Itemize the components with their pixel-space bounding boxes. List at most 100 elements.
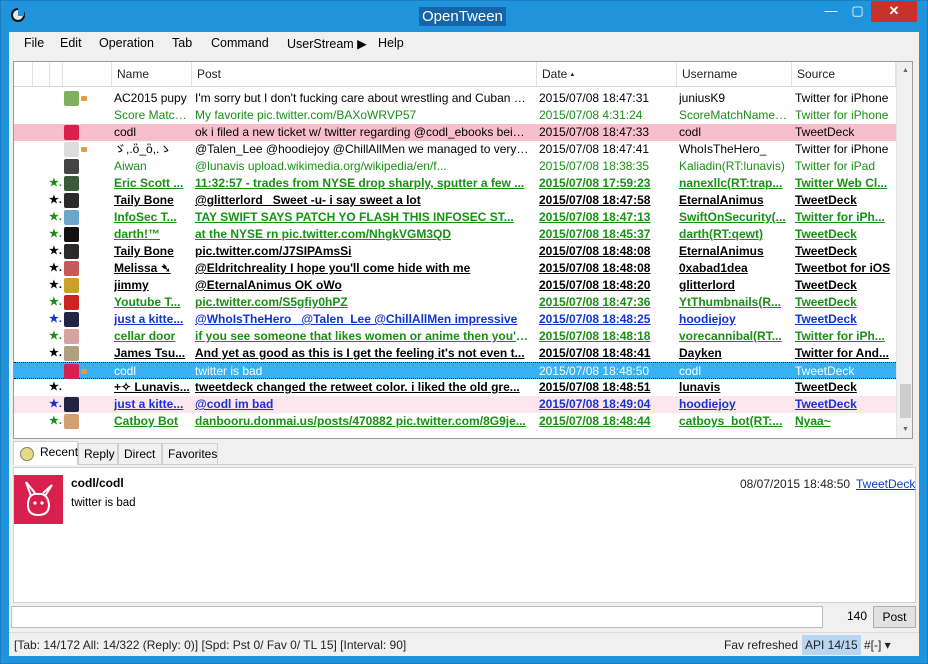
row-post: pic.twitter.com/J7SIPAmsSi <box>195 244 352 258</box>
scroll-down-icon[interactable]: ▼ <box>897 421 912 438</box>
scrollbar-thumb[interactable] <box>900 384 911 418</box>
user-avatar-icon[interactable] <box>64 364 79 379</box>
row-user: hoodiejoy <box>679 397 736 411</box>
title-bar[interactable]: OpenTween — ▢ ✕ <box>1 1 927 31</box>
app-icon[interactable] <box>11 8 25 22</box>
menu-command[interactable]: Command <box>211 36 269 50</box>
unread-star-icon: ★. <box>49 347 62 359</box>
table-row[interactable]: Aiwan @lunavis upload.wikimedia.org/wikip… <box>14 158 896 175</box>
table-row[interactable]: AC2015 pupy I'm sorry but I don't fucking… <box>14 90 896 107</box>
unread-star-icon: ★. <box>49 313 62 325</box>
user-avatar-icon[interactable] <box>64 227 79 242</box>
table-row[interactable]: ★. cellar door if you see someone that lik… <box>14 328 896 345</box>
table-row[interactable]: ★. Eric Scott ... 11:32:57 - trades from N… <box>14 175 896 192</box>
table-row[interactable]: ★. James Tsu... And yet as good as this is… <box>14 345 896 362</box>
row-user: hoodiejoy <box>679 312 736 326</box>
post-button[interactable]: Post <box>873 606 916 628</box>
row-source: Twitter Web Cl... <box>795 176 888 190</box>
table-row[interactable]: ★. Catboy Bot danbooru.donmai.us/posts/470… <box>14 413 896 430</box>
header-blank-1[interactable] <box>14 62 33 86</box>
detail-tweet-text: twitter is bad <box>71 497 136 509</box>
reply-marker-icon <box>81 369 87 374</box>
user-avatar-icon[interactable] <box>64 312 79 327</box>
user-avatar-icon[interactable] <box>64 329 79 344</box>
table-row[interactable]: ★. darth!™ at the NYSE rn pic.twitter.com/… <box>14 226 896 243</box>
timeline-list[interactable]: Name Post Date ▲ Username Source AC2015 p… <box>13 61 913 439</box>
row-user: codl <box>679 125 702 139</box>
header-name[interactable]: Name <box>112 62 192 86</box>
tab-reply[interactable]: Reply <box>78 443 118 464</box>
row-user: ScoreMatchNames(... <box>679 108 789 122</box>
row-date: 2015/07/08 18:49:04 <box>539 397 651 411</box>
row-source: TweetDeck <box>795 380 857 394</box>
close-button[interactable]: ✕ <box>871 1 917 22</box>
table-row[interactable]: ★. +✧ Lunavis... tweetdeck changed the ret… <box>14 379 896 396</box>
menu-help[interactable]: Help <box>378 36 404 50</box>
user-avatar-icon[interactable] <box>64 346 79 361</box>
row-post: @codl im bad <box>195 397 274 411</box>
table-row[interactable]: ゞ,.ὃ_ὃ,.ゝ @Talen_Lee @hoodiejoy @ChillAll… <box>14 141 896 158</box>
menu-tab[interactable]: Tab <box>172 36 192 50</box>
minimize-button[interactable]: — <box>818 1 844 22</box>
header-blank-2[interactable] <box>33 62 50 86</box>
table-row[interactable]: ★. InfoSec T... TAY SWIFT SAYS PATCH YO FL… <box>14 209 896 226</box>
table-row[interactable]: codl twitter is bad 2015/07/08 18:48:50 cod… <box>14 362 896 379</box>
table-row[interactable]: ★. just a kitte... @WhoIsTheHero_ @Talen_L… <box>14 311 896 328</box>
table-row[interactable]: ★. just a kitte... @codl im bad 2015/07/08 … <box>14 396 896 413</box>
maximize-button[interactable]: ▢ <box>844 1 871 22</box>
row-date: 2015/07/08 18:48:41 <box>539 346 651 360</box>
timeline-status-dropdown[interactable]: #[-] ▾ <box>864 638 891 652</box>
user-avatar-icon[interactable] <box>64 397 79 412</box>
user-avatar-icon[interactable] <box>64 142 79 157</box>
user-avatar-icon[interactable] <box>64 295 79 310</box>
user-avatar-icon[interactable] <box>64 91 79 106</box>
table-row[interactable]: ★. Youtube T... pic.twitter.com/S5gfiy0hPZ… <box>14 294 896 311</box>
row-name: codl <box>114 125 137 139</box>
user-avatar-icon[interactable] <box>64 278 79 293</box>
header-source[interactable]: Source <box>792 62 896 86</box>
user-avatar-icon[interactable] <box>64 210 79 225</box>
menu-file[interactable]: File <box>24 36 44 50</box>
vertical-scrollbar[interactable]: ▲ ▼ <box>896 62 912 438</box>
status-input[interactable] <box>11 606 823 628</box>
row-date: 2015/07/08 4:31:24 <box>539 108 643 122</box>
table-row[interactable]: ★. jimmy @EternalAnimus OK oWo 2015/07/08 1… <box>14 277 896 294</box>
user-avatar-icon[interactable] <box>64 176 79 191</box>
api-status[interactable]: API 14/15 <box>802 635 861 655</box>
menu-edit[interactable]: Edit <box>60 36 82 50</box>
unread-star-icon: ★. <box>49 211 62 223</box>
table-row[interactable]: ★. Taily Bone @glitterlord _Sweet -u- i sa… <box>14 192 896 209</box>
reply-marker-icon <box>81 96 87 101</box>
tab-direct[interactable]: Direct <box>118 443 162 464</box>
user-avatar-icon[interactable] <box>64 414 79 429</box>
user-avatar-icon[interactable] <box>64 125 79 140</box>
user-avatar-icon[interactable] <box>64 261 79 276</box>
tab-recent[interactable]: Recent <box>13 441 78 465</box>
user-avatar-icon[interactable] <box>64 159 79 174</box>
header-username[interactable]: Username <box>677 62 792 86</box>
detail-source-link[interactable]: TweetDeck <box>856 477 915 491</box>
menu-userstream[interactable]: UserStream ▶ <box>287 36 367 51</box>
row-source: Twitter for And... <box>795 346 889 360</box>
header-post[interactable]: Post <box>192 62 537 86</box>
row-user: vorecannibal(RT... <box>679 329 782 343</box>
detail-date: 08/07/2015 18:48:50 <box>740 477 851 491</box>
tab-favorites[interactable]: Favorites <box>162 443 218 464</box>
header-date[interactable]: Date ▲ <box>537 62 677 86</box>
row-source: Tweetbot for iOS <box>795 261 891 275</box>
window-title: OpenTween <box>419 7 506 26</box>
avatar[interactable] <box>14 475 63 524</box>
table-row[interactable]: ★. Melissa ➴ @Eldritchreality I hope you'l… <box>14 260 896 277</box>
row-user: EternalAnimus <box>679 193 764 207</box>
scroll-up-icon[interactable]: ▲ <box>897 62 912 79</box>
table-row[interactable]: ★. Taily Bone pic.twitter.com/J7SIPAmsSi 20… <box>14 243 896 260</box>
user-avatar-icon[interactable] <box>64 193 79 208</box>
row-post: @EternalAnimus OK oWo <box>195 278 342 292</box>
table-row[interactable]: Score Match ... My favorite pic.twitter.c… <box>14 107 896 124</box>
row-date: 2015/07/08 17:59:23 <box>539 176 651 190</box>
header-blank-3[interactable] <box>50 62 63 86</box>
menu-operation[interactable]: Operation <box>99 36 154 50</box>
header-icon-column[interactable] <box>63 62 112 86</box>
user-avatar-icon[interactable] <box>64 244 79 259</box>
table-row[interactable]: codl ok i filed a new ticket w/ twitter r… <box>14 124 896 141</box>
